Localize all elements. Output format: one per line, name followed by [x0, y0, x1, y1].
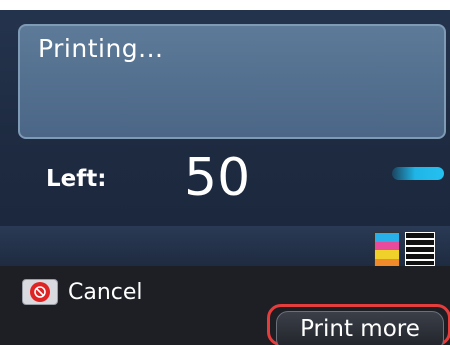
print-more-focus-outline: Print more — [267, 304, 450, 345]
top-border — [0, 0, 450, 10]
copies-left-label: Left: — [46, 166, 107, 192]
stop-icon — [30, 282, 50, 302]
stop-button[interactable] — [22, 279, 58, 305]
status-message: Printing... — [38, 34, 164, 63]
black-ink-icon — [405, 232, 435, 266]
printer-lcd-screen: Printing... Left: 50 Cancel Print more — [0, 0, 450, 345]
print-more-button[interactable]: Print more — [276, 311, 444, 345]
color-ink-icon — [374, 232, 400, 268]
cancel-label: Cancel — [68, 279, 143, 305]
copies-left-count: 50 — [184, 148, 251, 208]
progress-bar-icon — [392, 167, 444, 180]
status-message-box: Printing... — [18, 24, 446, 139]
cancel-action[interactable]: Cancel — [22, 278, 143, 306]
